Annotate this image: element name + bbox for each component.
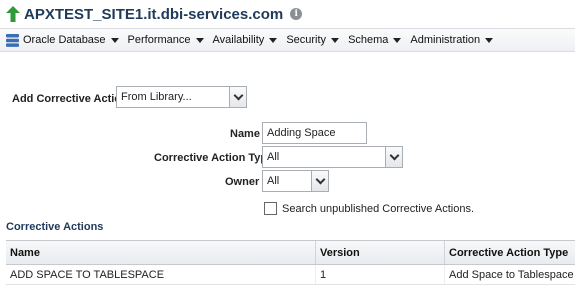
target-menubar: Oracle Database Performance Availability… <box>0 28 575 52</box>
caret-down-icon <box>393 37 402 43</box>
column-header-type[interactable]: Corrective Action Type <box>445 241 575 264</box>
cell-type: Add Space to Tablespace <box>449 268 574 281</box>
name-input[interactable] <box>262 122 367 144</box>
table-row[interactable]: ADD SPACE TO TABLESPACE 1 Add Space to T… <box>6 265 575 285</box>
caret-down-icon <box>485 37 494 43</box>
menu-label: Availability <box>212 34 265 46</box>
chevron-down-icon <box>315 174 325 185</box>
chevron-down-icon <box>233 90 243 101</box>
caret-down-icon <box>269 37 278 43</box>
corrective-actions-heading: Corrective Actions <box>6 221 104 233</box>
menu-administration[interactable]: Administration <box>410 34 494 46</box>
page-title[interactable]: APXTEST_SITE1.it.dbi-services.com <box>24 6 283 23</box>
caret-down-icon <box>195 37 204 43</box>
menu-schema[interactable]: Schema <box>348 34 402 46</box>
select-value: All <box>267 175 280 187</box>
page-header: APXTEST_SITE1.it.dbi-services.com i <box>0 0 575 28</box>
database-icon <box>6 33 19 47</box>
column-header-version[interactable]: Version <box>316 241 445 264</box>
menu-availability[interactable]: Availability <box>213 34 278 46</box>
menu-performance[interactable]: Performance <box>128 34 204 46</box>
menu-label: Performance <box>127 34 191 46</box>
up-arrow-icon <box>6 6 20 22</box>
search-unpublished-label: Search unpublished Corrective Actions. <box>282 203 474 215</box>
search-unpublished-checkbox[interactable] <box>264 202 277 215</box>
caret-down-icon <box>331 37 340 43</box>
dropdown-button[interactable] <box>311 171 328 191</box>
caret-down-icon <box>110 37 119 43</box>
menu-label: Schema <box>348 34 389 46</box>
corrective-action-type-label: Corrective Action Type <box>154 152 274 164</box>
menu-label: Administration <box>410 34 481 46</box>
menu-label: Oracle Database <box>23 34 106 46</box>
name-label: Name <box>230 128 260 140</box>
menu-label: Security <box>286 34 327 46</box>
chevron-down-icon <box>389 150 399 161</box>
select-value: From Library... <box>121 91 192 103</box>
dropdown-button[interactable] <box>229 87 246 107</box>
select-value: All <box>267 151 280 163</box>
table-header: Name Version Corrective Action Type <box>6 241 575 265</box>
add-corrective-action-select[interactable]: From Library... <box>116 86 247 108</box>
add-corrective-action-label: Add Corrective Action <box>12 93 128 105</box>
menu-oracle-database[interactable]: Oracle Database <box>6 33 119 47</box>
owner-select[interactable]: All <box>262 170 329 192</box>
cell-name: ADD SPACE TO TABLESPACE <box>6 265 316 284</box>
menu-security[interactable]: Security <box>286 34 340 46</box>
cell-version: 1 <box>316 265 445 284</box>
dropdown-button[interactable] <box>385 147 402 167</box>
column-header-name[interactable]: Name <box>6 241 316 264</box>
info-icon[interactable]: i <box>290 8 303 20</box>
owner-label: Owner <box>225 176 260 188</box>
corrective-actions-table: Name Version Corrective Action Type ADD … <box>6 240 575 285</box>
corrective-action-type-select[interactable]: All <box>262 146 403 168</box>
